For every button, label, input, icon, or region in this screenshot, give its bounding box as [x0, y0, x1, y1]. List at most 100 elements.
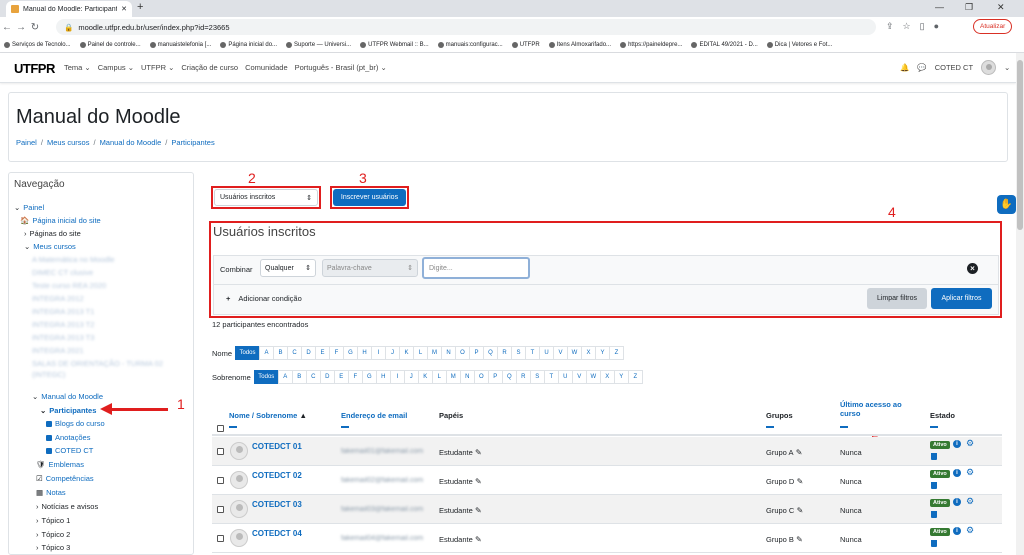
- breadcrumb-item[interactable]: Participantes: [171, 138, 214, 147]
- initial-letter[interactable]: O: [473, 370, 489, 384]
- filter-type-select[interactable]: Palavra-chave ⇕: [322, 259, 418, 277]
- bookmark-item[interactable]: Suporte — Universi...: [286, 41, 351, 48]
- initial-letter[interactable]: J: [385, 346, 401, 360]
- initial-letter[interactable]: S: [529, 370, 545, 384]
- initial-letter[interactable]: N: [441, 346, 457, 360]
- sidebar-item[interactable]: A Matemática no Moodle: [32, 255, 115, 264]
- edit-pencil-icon[interactable]: ✎: [473, 448, 482, 457]
- sidebar-item[interactable]: ⌄ Painel: [14, 203, 44, 212]
- initial-letter[interactable]: D: [319, 370, 335, 384]
- sidebar-item[interactable]: 🏠 Página inicial do site: [20, 216, 101, 225]
- bookmark-item[interactable]: manuaistelefonia [...: [149, 41, 211, 48]
- initial-letter[interactable]: I: [389, 370, 405, 384]
- initial-letter[interactable]: N: [459, 370, 475, 384]
- sidebar-item[interactable]: Blogs do curso: [46, 419, 105, 428]
- share-icon[interactable]: ⇪: [886, 21, 894, 32]
- trash-icon[interactable]: [931, 453, 937, 460]
- initial-letter[interactable]: B: [291, 370, 307, 384]
- filter-value-input[interactable]: Digite...: [422, 257, 530, 279]
- initial-letter[interactable]: E: [315, 346, 331, 360]
- sidebar-item[interactable]: (INTEGC): [32, 370, 65, 379]
- initial-letter[interactable]: V: [571, 370, 587, 384]
- breadcrumb-item[interactable]: Manual do Moodle: [100, 138, 162, 147]
- collapse-last-access-icon[interactable]: [840, 426, 848, 428]
- user-avatar[interactable]: [981, 60, 997, 75]
- sidebar-item[interactable]: Anotações: [46, 433, 90, 442]
- primary-menu-item[interactable]: UTFPR ⌄: [141, 63, 174, 72]
- initial-letter[interactable]: L: [413, 346, 429, 360]
- breadcrumb-item[interactable]: Painel: [16, 138, 37, 147]
- primary-menu-item[interactable]: Português - Brasil (pt_br) ⌄: [295, 63, 387, 72]
- row-checkbox[interactable]: [217, 448, 224, 455]
- minimize-icon[interactable]: —: [935, 2, 944, 12]
- initial-letter[interactable]: M: [445, 370, 461, 384]
- notification-bell-icon[interactable]: 🔔: [900, 63, 909, 72]
- sidebar-item[interactable]: › Tópico 1: [36, 516, 70, 525]
- initial-letter[interactable]: R: [497, 346, 513, 360]
- bookmark-item[interactable]: Itens Almoxarifado...: [548, 41, 611, 48]
- initial-letter[interactable]: G: [343, 346, 359, 360]
- edit-pencil-icon[interactable]: ✎: [473, 506, 482, 515]
- chevron-down-icon[interactable]: ⌄: [1004, 63, 1010, 72]
- bookmark-item[interactable]: UTFPR Webmail :: B...: [360, 41, 429, 48]
- restore-icon[interactable]: ❐: [965, 2, 973, 13]
- initial-letter[interactable]: E: [333, 370, 349, 384]
- info-icon[interactable]: i: [953, 527, 961, 535]
- messages-icon[interactable]: 💬: [917, 63, 926, 72]
- primary-menu-item[interactable]: Criação de curso: [181, 63, 238, 72]
- initial-letter[interactable]: J: [403, 370, 419, 384]
- primary-menu-item[interactable]: Campus ⌄: [98, 63, 134, 72]
- initial-letter[interactable]: U: [557, 370, 573, 384]
- profile-icon[interactable]: ●: [934, 21, 939, 32]
- gear-icon[interactable]: ⚙: [966, 439, 974, 448]
- initial-letter[interactable]: D: [301, 346, 317, 360]
- gear-icon[interactable]: ⚙: [966, 526, 974, 535]
- info-icon[interactable]: i: [953, 498, 961, 506]
- sidebar-item[interactable]: INTEGRA 2013 T1: [32, 307, 94, 316]
- collapse-status-icon[interactable]: [930, 426, 938, 428]
- row-checkbox[interactable]: [217, 535, 224, 542]
- initial-letter[interactable]: A: [277, 370, 293, 384]
- sidebar-item[interactable]: ⌄ Manual do Moodle: [32, 392, 103, 401]
- initial-letter[interactable]: O: [455, 346, 471, 360]
- sidebar-item[interactable]: COTED CT: [46, 446, 93, 455]
- edit-pencil-icon[interactable]: ✎: [794, 448, 803, 457]
- bookmark-item[interactable]: Painel de controle...: [79, 41, 141, 48]
- edit-pencil-icon[interactable]: ✎: [794, 506, 804, 515]
- initial-letter[interactable]: M: [427, 346, 443, 360]
- sidebar-item[interactable]: ☑ Competências: [36, 474, 94, 483]
- sidebar-item[interactable]: 🛡 Emblemas: [36, 460, 84, 469]
- participant-name[interactable]: COTEDCT 03: [252, 500, 302, 509]
- sidebar-item[interactable]: INTEGRA 2021: [32, 346, 84, 355]
- initial-letter[interactable]: T: [543, 370, 559, 384]
- initial-letter[interactable]: U: [539, 346, 555, 360]
- info-icon[interactable]: i: [953, 440, 961, 448]
- bookmark-item[interactable]: manuais:configurac...: [437, 41, 503, 48]
- initial-letter[interactable]: V: [553, 346, 569, 360]
- reload-icon[interactable]: ↻: [28, 22, 42, 33]
- initial-letter[interactable]: I: [371, 346, 387, 360]
- edit-pencil-icon[interactable]: ✎: [473, 535, 482, 544]
- trash-icon[interactable]: [931, 511, 937, 518]
- sort-last-access-header[interactable]: Último acesso ao curso: [840, 400, 902, 418]
- update-button[interactable]: Atualizar: [973, 19, 1013, 34]
- initial-letter[interactable]: Z: [609, 346, 625, 360]
- bookmark-item[interactable]: EDITAL 49/2021 - D...: [691, 41, 758, 48]
- primary-menu-item[interactable]: Tema ⌄: [64, 63, 91, 72]
- apply-filters-button[interactable]: Aplicar filtros: [931, 288, 992, 309]
- bookmark-item[interactable]: Dica | Vetores e Fot...: [766, 41, 832, 48]
- initial-letter[interactable]: W: [567, 346, 583, 360]
- initial-letter[interactable]: R: [515, 370, 531, 384]
- initial-letter[interactable]: F: [329, 346, 345, 360]
- sort-email-header[interactable]: Endereço de email: [341, 411, 407, 420]
- edit-pencil-icon[interactable]: ✎: [473, 477, 482, 486]
- initial-letter[interactable]: C: [287, 346, 303, 360]
- initial-letter[interactable]: K: [399, 346, 415, 360]
- sidebar-item[interactable]: › Tópico 3: [36, 543, 70, 552]
- sidebar-item[interactable]: SALAS DE ORIENTAÇÃO - TURMA 02: [32, 359, 163, 368]
- initial-letter[interactable]: F: [347, 370, 363, 384]
- back-icon[interactable]: ←: [0, 22, 14, 33]
- initial-letter[interactable]: K: [417, 370, 433, 384]
- address-bar[interactable]: 🔒 moodle.utfpr.edu.br/user/index.php?id=2…: [56, 19, 876, 35]
- bookmark-item[interactable]: Serviços de Tecnolo...: [4, 41, 71, 48]
